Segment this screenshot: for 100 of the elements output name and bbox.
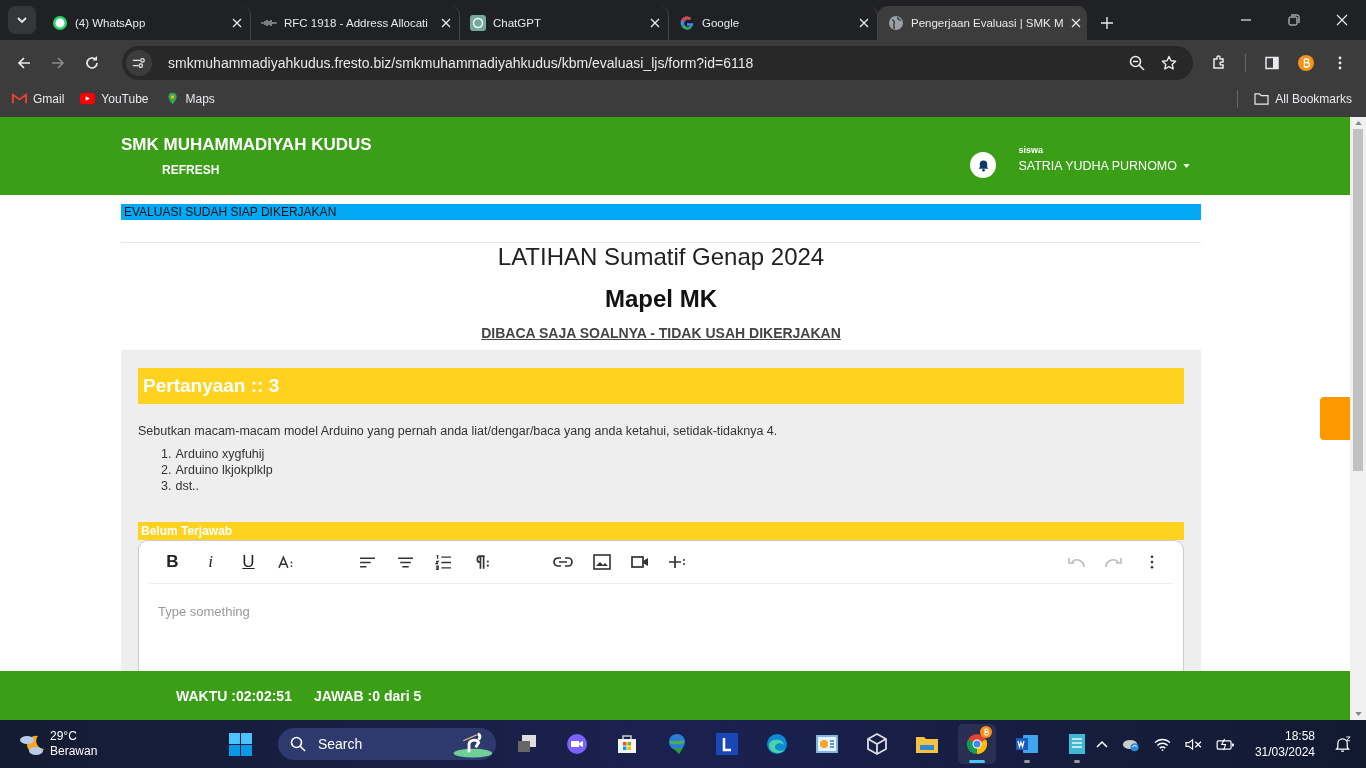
list-number: 2. (161, 463, 172, 477)
bookmark-folder[interactable]: All Bookmarks (1254, 91, 1352, 106)
tab-title: Google (702, 17, 741, 29)
list-item: dst.. (175, 479, 200, 493)
whatsapp-icon (52, 15, 68, 31)
chart-window-icon (814, 732, 839, 756)
star-icon[interactable] (1161, 54, 1177, 71)
start-windows-icon[interactable] (228, 732, 252, 756)
notification-button[interactable] (970, 152, 997, 178)
bookmark-link[interactable]: Maps (164, 91, 215, 106)
tab-title: RFC 1918 - Address Allocati (284, 17, 429, 29)
bitcoin-icon[interactable] (1298, 54, 1314, 71)
restore-icon[interactable] (1288, 14, 1300, 26)
bookmark-link[interactable]: YouTube (80, 91, 149, 106)
taskbar-app[interactable] (957, 724, 996, 764)
search-icon (289, 736, 306, 752)
cube-icon (864, 732, 889, 756)
browser-tab[interactable]: Pengerjaan Evaluasi | SMK M (878, 6, 1087, 40)
site-info-button[interactable] (126, 49, 152, 76)
chrome-icon (964, 732, 989, 756)
tab-title: (4) WhatsApp (75, 17, 147, 29)
question-heading: Pertanyaan :: 3 (138, 368, 1184, 404)
scroll-thumb[interactable] (1353, 129, 1363, 471)
image-icon (592, 554, 611, 570)
close-icon[interactable] (650, 18, 660, 28)
temperature-text: 29°C (50, 729, 78, 744)
new-tab-icon[interactable] (1101, 17, 1113, 29)
instruction-text: DIBACA SAJA SOALNYA - TIDAK USAH DIKERJAKAN (480, 325, 842, 341)
reload-icon[interactable] (84, 54, 100, 71)
status-banner: EVALUASI SUDAH SIAP DIKERJAKAN (121, 204, 1201, 220)
user-role: siswa (1018, 145, 1044, 155)
redo-icon (1104, 556, 1123, 568)
format-button[interactable]: B (163, 552, 182, 572)
globe-icon (888, 15, 904, 31)
image-button[interactable] (592, 554, 611, 570)
play-icon (80, 92, 96, 105)
forward-arrow-icon[interactable] (50, 54, 66, 71)
format-button[interactable]: i (201, 552, 220, 572)
link-icon (553, 556, 573, 568)
link-button[interactable] (553, 556, 573, 568)
zoom-out-icon[interactable] (1129, 54, 1145, 71)
wifi-icon[interactable] (1153, 737, 1171, 751)
clock[interactable]: 18:58 31/03/2024 (1254, 728, 1315, 760)
numbered-list-icon (435, 553, 452, 571)
list-number: 3. (161, 479, 172, 493)
weather-widget[interactable]: 29°C Berawan (18, 729, 223, 759)
more-menu-icon (1149, 555, 1154, 569)
undo-icon (1066, 556, 1085, 568)
scroll-down-icon[interactable] (1354, 712, 1362, 716)
video-camera-icon (630, 556, 649, 568)
format-button[interactable]: U (239, 552, 258, 572)
chatgpt-icon (470, 15, 486, 31)
mail-icon (12, 92, 27, 105)
bell-icon (976, 158, 990, 172)
edge-swirl-icon (764, 732, 789, 756)
answer-status: Belum Terjawab (138, 522, 1184, 540)
scroll-up-icon[interactable] (1354, 121, 1362, 125)
close-icon[interactable] (1336, 14, 1348, 26)
tab-search-button[interactable] (8, 6, 36, 34)
address-bar[interactable]: smkmuhammadiyahkudus.fresto.biz/smkmuhammadiyahkudus/kbm/evaluasi_ljs/form?id=6118 (122, 45, 1193, 80)
answer-editor[interactable]: B i U Type something (138, 540, 1184, 671)
insert-more-button[interactable] (668, 554, 688, 570)
close-icon[interactable] (859, 18, 869, 28)
tab-title: Pengerjaan Evaluasi | SMK M (911, 17, 1064, 29)
speaker-muted-icon[interactable] (1184, 737, 1202, 751)
exam-title: LATIHAN Sumatif Genap 2024 (496, 243, 826, 271)
bookmark-link[interactable]: Gmail (12, 91, 65, 106)
list-item: Arduino lkjokplklp (175, 463, 273, 477)
list-number: 1. (161, 447, 172, 461)
close-icon[interactable] (232, 18, 242, 28)
timer-text: WAKTU :02:02:51 (176, 687, 292, 704)
battery-charging-icon[interactable] (1215, 737, 1235, 751)
bell-snooze-icon[interactable] (1335, 735, 1352, 753)
answer-count: JAWAB :0 dari 5 (313, 687, 422, 704)
google-icon (679, 15, 695, 31)
puzzle-piece-icon[interactable] (1211, 54, 1227, 71)
scrollbar[interactable] (1350, 117, 1366, 720)
chevron-up-icon[interactable] (1095, 740, 1108, 748)
video-button[interactable] (630, 556, 649, 568)
taskbar-search[interactable]: Search (277, 728, 496, 760)
word-icon (1014, 732, 1039, 756)
subject-title: Mapel MK (604, 285, 718, 313)
list-item: Arduino xygfuhij (175, 447, 265, 461)
letter-l-icon (714, 732, 739, 756)
question-text: Sebutkan macam-macam model Arduino yang pernah anda liat/dengar/baca yang anda ketahui, setidak-tidaknya 4. (138, 424, 779, 438)
side-panel-icon[interactable] (1264, 54, 1280, 71)
weather-text: Berawan (50, 744, 98, 759)
caret-icon (1183, 164, 1190, 168)
close-icon[interactable] (441, 18, 451, 28)
video-chat-icon (564, 732, 589, 756)
tune-icon (132, 55, 146, 70)
bitcoin-badge-icon (979, 726, 992, 738)
numbered-list-button[interactable] (434, 553, 453, 571)
url-text: smkmuhammadiyahkudus.fresto.biz/smkmuhammadiyahkudus/kbm/evaluasi_ljs/form?id=6118 (168, 54, 755, 71)
plus-icon (668, 554, 688, 570)
close-icon[interactable] (1070, 18, 1081, 28)
folder-icon (1254, 92, 1270, 105)
tab-title: ChatGPT (493, 17, 542, 29)
back-arrow-icon[interactable] (16, 54, 32, 71)
chevron-down-icon (16, 14, 28, 26)
